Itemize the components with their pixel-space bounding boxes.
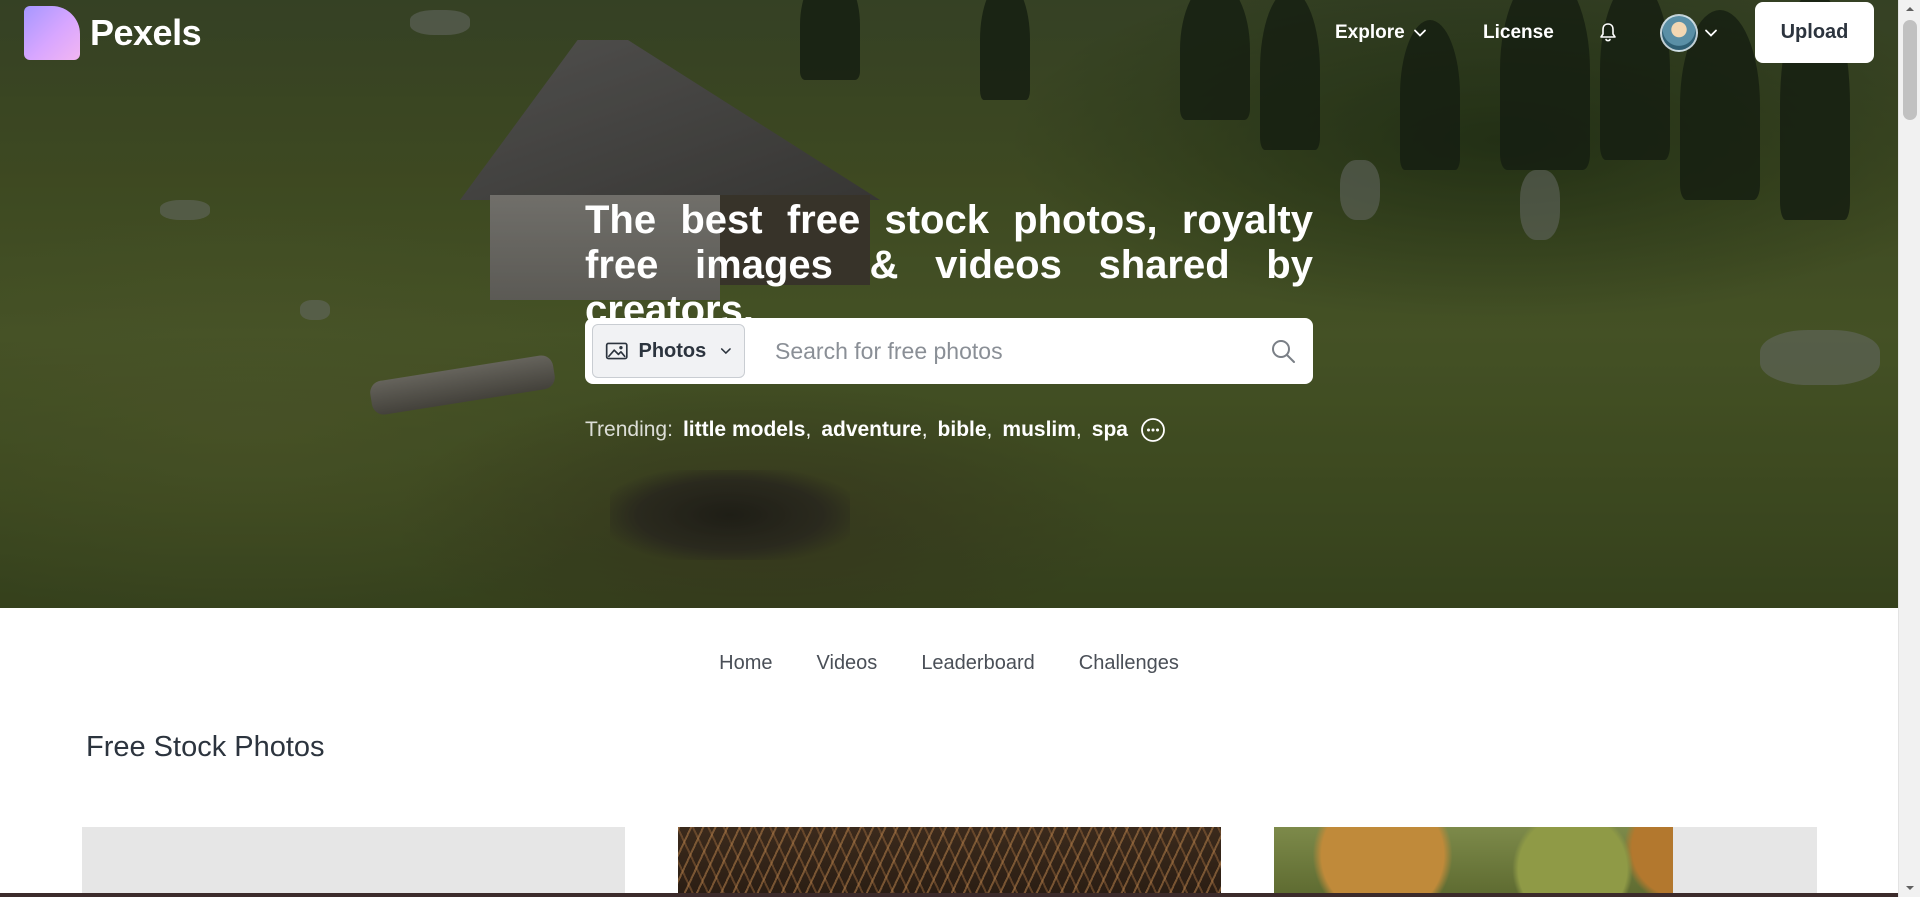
trending-searches: Trending: little models, adventure, bibl… <box>585 417 1166 443</box>
user-menu[interactable] <box>1660 14 1718 52</box>
pexels-logo-mark <box>24 6 80 60</box>
chevron-down-icon <box>721 348 732 355</box>
photo-card[interactable] <box>678 827 1221 897</box>
upload-button[interactable]: Upload <box>1755 2 1874 63</box>
explore-label: Explore <box>1335 22 1405 43</box>
pexels-logo[interactable]: Pexels <box>24 6 202 60</box>
image-icon <box>605 342 628 360</box>
trending-label: Trending: <box>585 418 673 441</box>
avatar <box>1660 14 1698 52</box>
trending-tag[interactable]: muslim <box>1002 418 1076 442</box>
more-circle-icon[interactable] <box>1140 417 1166 443</box>
explore-menu[interactable]: Explore <box>1335 22 1427 44</box>
notifications-button[interactable] <box>1598 22 1618 44</box>
chevron-down-icon <box>1705 29 1717 37</box>
hero-title: The best free stock photos, royalty free… <box>585 198 1313 332</box>
tab-challenges[interactable]: Challenges <box>1057 640 1201 687</box>
license-link[interactable]: License <box>1483 22 1554 44</box>
media-type-label: Photos <box>638 339 707 362</box>
tab-leaderboard[interactable]: Leaderboard <box>899 640 1056 687</box>
photo-card[interactable] <box>82 827 625 897</box>
logo-text: Pexels <box>90 12 202 53</box>
trending-tag[interactable]: bible <box>938 418 987 442</box>
trending-tag[interactable]: spa <box>1092 418 1128 442</box>
content-tabs: Home Videos Leaderboard Challenges <box>0 640 1898 687</box>
search-input[interactable] <box>745 324 1253 378</box>
tab-videos[interactable]: Videos <box>795 640 900 687</box>
scrollbar-thumb[interactable] <box>1903 20 1917 120</box>
trending-tag[interactable]: adventure <box>821 418 921 442</box>
scroll-up-arrow-icon[interactable] <box>1905 4 1915 14</box>
tab-home[interactable]: Home <box>697 640 794 687</box>
scrollbar[interactable] <box>1898 0 1920 897</box>
section-title: Free Stock Photos <box>86 731 325 763</box>
top-nav: Pexels Explore License Upload <box>0 0 1898 68</box>
scroll-down-arrow-icon[interactable] <box>1905 883 1915 893</box>
photo-card[interactable] <box>1274 827 1817 897</box>
search-icon <box>1272 340 1295 363</box>
media-type-select[interactable]: Photos <box>592 324 745 378</box>
search-bar: Photos <box>585 318 1313 384</box>
license-label: License <box>1483 22 1554 43</box>
search-button[interactable] <box>1253 324 1313 378</box>
trending-tag[interactable]: little models <box>683 418 806 442</box>
bell-icon <box>1600 23 1616 42</box>
chevron-down-icon <box>1413 29 1426 37</box>
